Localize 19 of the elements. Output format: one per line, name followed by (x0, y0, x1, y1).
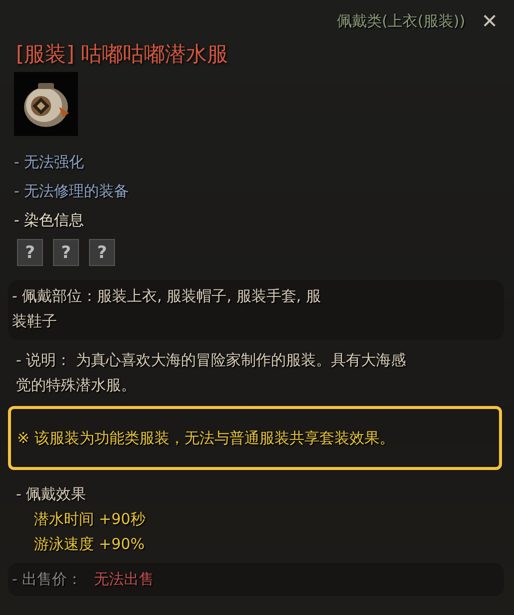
property-text: - 无法强化 (14, 152, 86, 173)
notice-text: ※ 该服装为功能类服装，无法与普通服装共享套装效果。 (8, 406, 502, 470)
category-label: 佩戴类(上衣(服装)) (336, 12, 466, 30)
effect-text: 游泳速度 +90% (33, 534, 146, 555)
sell-label: - 出售价： (12, 569, 82, 590)
wear-parts-text: 装鞋子 (12, 311, 58, 332)
item-title: [服装] 咕嘟咕嘟潜水服 (16, 41, 230, 68)
dye-slot[interactable]: ? (53, 239, 79, 266)
close-button[interactable]: ✕ (477, 9, 502, 33)
property-text: - 无法修理的装备 (14, 181, 130, 202)
description-text: - 说明： 为真心喜欢大海的冒险家制作的服装。具有大海感 (16, 350, 407, 371)
effect-text: 潜水时间 +90秒 (33, 509, 146, 530)
wear-parts-text: - 佩戴部位：服装上衣, 服装帽子, 服装手套, 服 (12, 286, 322, 307)
section-heading: - 染色信息 (14, 210, 86, 231)
section-heading: - 佩戴效果 (16, 484, 88, 505)
dye-slot[interactable]: ? (17, 239, 43, 266)
dye-slot[interactable]: ? (89, 239, 115, 266)
description-text: 觉的特殊潜水服。 (16, 375, 137, 396)
sell-value: 无法出售 (94, 569, 154, 590)
